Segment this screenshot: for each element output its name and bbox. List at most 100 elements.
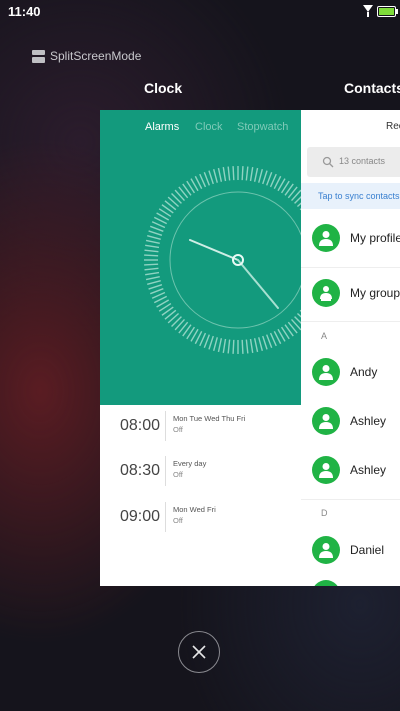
dial-tick: [199, 173, 207, 188]
contacts-card-title: Contacts: [344, 80, 400, 96]
contact-row[interactable]: Daniel: [301, 526, 400, 574]
contact-name: Daniel: [350, 543, 385, 557]
contact-name: Andy: [350, 365, 378, 379]
alarm-state: Off: [173, 516, 183, 525]
sync-contacts-text: Tap to sync contacts: [318, 191, 400, 201]
person-icon: [319, 365, 333, 380]
dial-tick: [258, 337, 264, 351]
contact-name: My groups: [350, 286, 400, 300]
dial-tick: [227, 339, 231, 354]
contact-row[interactable]: Ashley: [301, 397, 400, 445]
tab-alarms[interactable]: Alarms: [145, 121, 179, 133]
dial-tick: [253, 167, 259, 182]
person-icon: [319, 231, 333, 246]
dial-tick: [241, 339, 244, 354]
dial-tick: [222, 167, 227, 182]
contact-name: My profile: [350, 231, 400, 245]
dial-tick: [147, 280, 161, 286]
dial-tick: [212, 337, 218, 351]
split-screen-text: SplitScreenMode: [50, 49, 142, 63]
dial-tick: [144, 249, 159, 253]
dial-tick: [266, 334, 273, 349]
alarm-row[interactable]: 09:00 Mon Wed Fri Off: [100, 498, 301, 538]
alarm-time: 08:00: [120, 417, 161, 434]
dial-tick: [262, 170, 268, 185]
dial-tick: [249, 167, 254, 182]
avatar: [312, 279, 340, 307]
dial-tick: [145, 244, 160, 249]
dial-tick: [149, 225, 164, 232]
tab-stopwatch[interactable]: Stopwatch: [237, 121, 288, 133]
alarm-state: Off: [173, 425, 183, 434]
dial-tick: [217, 167, 223, 182]
dial-tick: [148, 284, 163, 290]
dial-tick: [148, 230, 163, 236]
section-letter-a: A: [321, 331, 328, 341]
dial-tick: [144, 263, 159, 266]
contact-row[interactable]: Ashley: [301, 446, 400, 494]
dial-tick: [151, 221, 166, 229]
status-bar: 11:40: [0, 0, 400, 24]
battery-icon: [377, 6, 398, 17]
wifi-icon: [363, 5, 373, 17]
dial-tick: [222, 338, 227, 353]
avatar: [312, 456, 340, 484]
dial-tick: [149, 288, 164, 295]
split-screen-mode-label[interactable]: SplitScreenMode: [32, 49, 141, 63]
dial-tick: [245, 166, 249, 181]
split-screen-icon: [32, 49, 45, 63]
dial-tick: [262, 335, 268, 350]
alarm-state: Off: [173, 470, 183, 479]
clock-card-title: Clock: [144, 80, 183, 96]
alarm-days: Mon Wed Fri: [173, 505, 216, 514]
analog-clock-face: [144, 166, 301, 354]
dial-tick: [266, 171, 273, 186]
alarm-time: 09:00: [120, 508, 161, 525]
dial-tick: [217, 338, 223, 353]
contacts-search-field[interactable]: 13 contacts: [307, 147, 400, 177]
dial-tick: [151, 291, 166, 299]
search-icon: [322, 156, 334, 168]
contacts-app-card[interactable]: Rec 13 contacts Tap to sync contacts My …: [301, 110, 400, 586]
tab-clock[interactable]: Clock: [195, 121, 223, 133]
avatar: [312, 224, 340, 252]
person-icon: [319, 543, 333, 558]
alarm-time: 08:30: [120, 462, 161, 479]
person-icon: [319, 414, 333, 429]
alarm-days: Mon Tue Wed Thu Fri: [173, 414, 246, 423]
dial-tick: [245, 339, 249, 354]
dial-tick: [258, 169, 264, 183]
my-groups-item[interactable]: My groups: [301, 269, 400, 317]
dial-tick: [269, 173, 277, 188]
dial-tick: [208, 335, 214, 350]
dial-tick: [145, 239, 160, 245]
contact-name: Ashley: [350, 414, 387, 428]
dial-tick: [203, 171, 210, 186]
dial-tick: [144, 254, 159, 257]
contact-row[interactable]: Andy: [301, 348, 400, 396]
dial-tick: [232, 339, 235, 354]
alarm-row[interactable]: 08:30 Every day Off: [100, 452, 301, 492]
dial-tick: [232, 166, 235, 181]
my-profile-item[interactable]: My profile: [301, 214, 400, 262]
dial-tick: [203, 334, 210, 349]
clock-header-panel: Alarms Clock Stopwatch: [100, 110, 301, 405]
alarm-row[interactable]: 08:00 Mon Tue Wed Thu Fri Off: [100, 407, 301, 447]
contacts-header-label: Rec: [386, 121, 400, 132]
person-icon: [319, 463, 333, 478]
dial-tick: [145, 271, 160, 276]
dial-tick: [212, 169, 218, 183]
close-icon: [192, 645, 206, 659]
avatar: [312, 407, 340, 435]
dial-tick: [249, 338, 254, 353]
close-all-button[interactable]: [178, 631, 220, 673]
section-letter-d: D: [321, 508, 328, 518]
sync-contacts-banner[interactable]: Tap to sync contacts: [301, 183, 400, 209]
clock-app-card[interactable]: Alarms Clock Stopwatch 08:00 Mon Tue Wed…: [100, 110, 301, 586]
dial-tick: [208, 170, 214, 185]
avatar: [312, 358, 340, 386]
status-time: 11:40: [8, 4, 41, 19]
dial-tick: [145, 275, 160, 281]
search-placeholder: 13 contacts: [339, 156, 386, 166]
avatar: [312, 536, 340, 564]
